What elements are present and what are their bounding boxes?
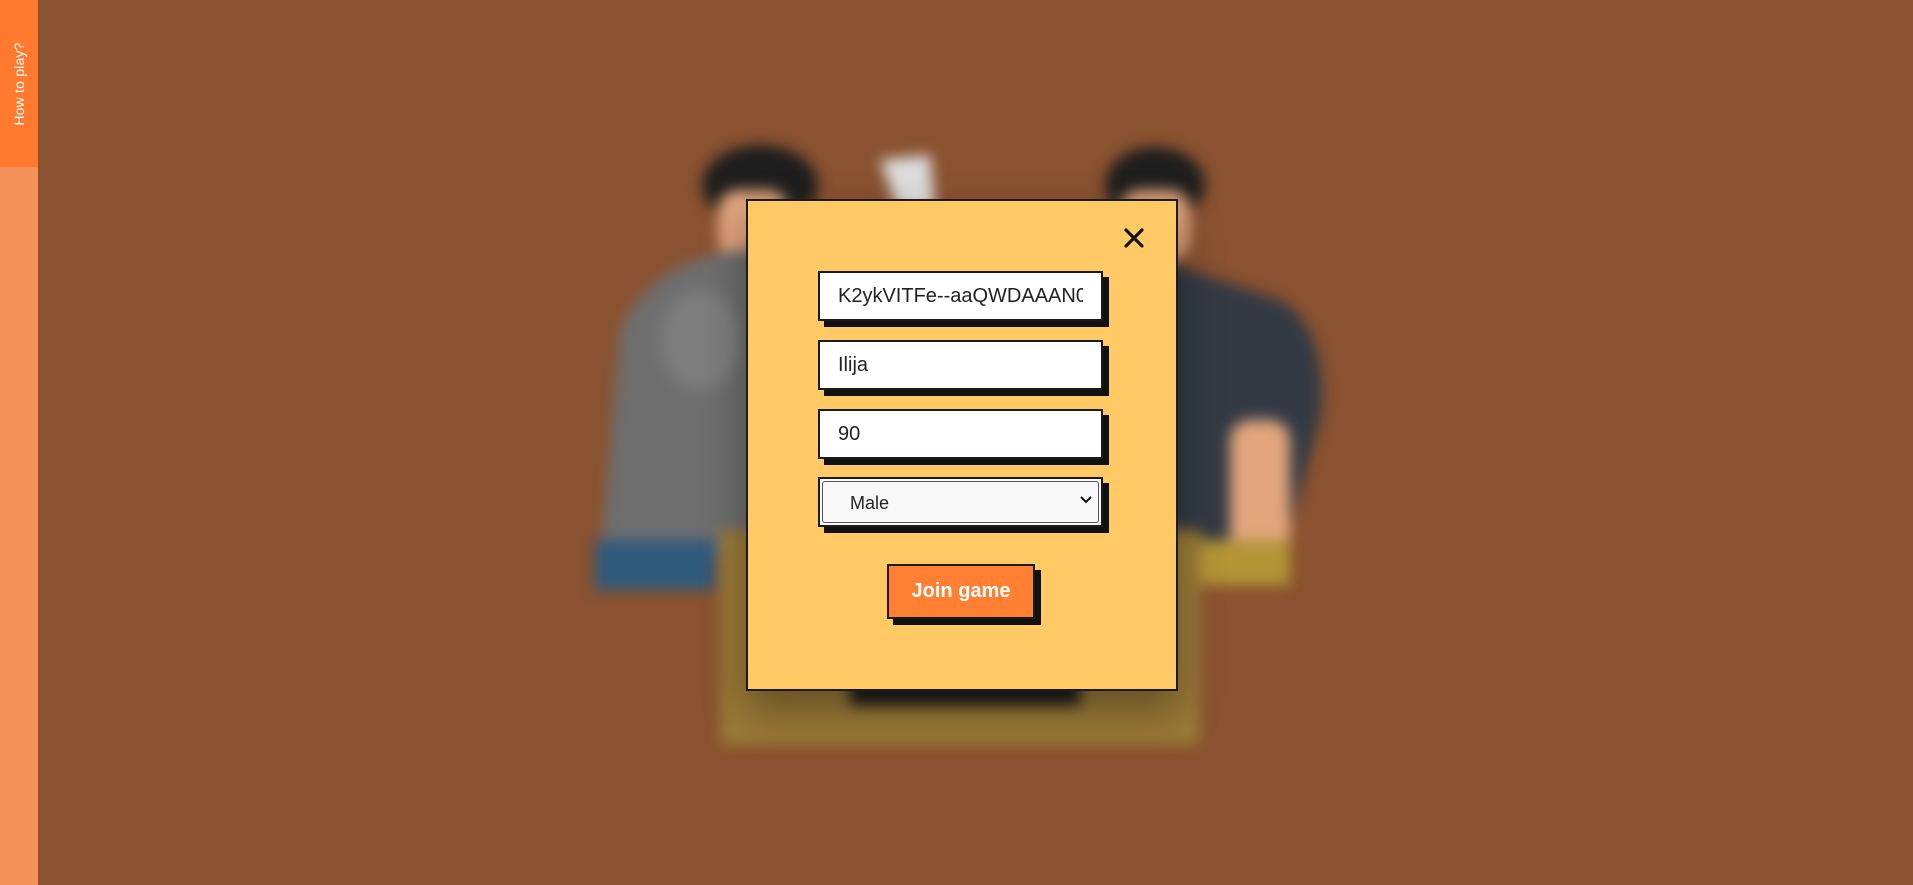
gender-select[interactable]: Male: [818, 477, 1103, 527]
join-game-button[interactable]: Join game: [887, 564, 1035, 619]
join-game-modal: Male Join game: [746, 199, 1178, 691]
sidebar: How to play?: [0, 0, 38, 885]
how-to-play-tab[interactable]: How to play?: [0, 0, 38, 167]
how-to-play-label: How to play?: [11, 42, 27, 126]
game-lobby-page: How to play? Male Join game: [0, 0, 1913, 885]
close-button[interactable]: [1121, 225, 1147, 251]
gender-select-value: Male: [850, 493, 890, 513]
close-icon: [1124, 228, 1144, 248]
player-age-input[interactable]: [818, 409, 1103, 459]
player-name-input[interactable]: [818, 340, 1103, 390]
chevron-down-icon: [1080, 496, 1092, 504]
game-id-input[interactable]: [818, 271, 1103, 321]
